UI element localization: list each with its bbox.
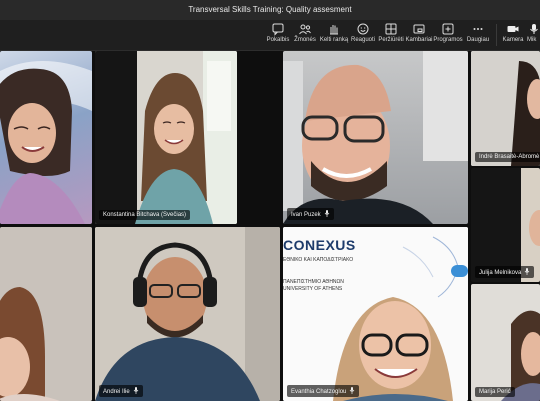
- participant-name: Evanthia Chatzoglou: [287, 385, 360, 397]
- participant-video: [501, 310, 540, 401]
- participant-tile[interactable]: [0, 51, 92, 224]
- participant-tile[interactable]: Julija Melnikova: [471, 168, 540, 282]
- participant-video: [333, 297, 453, 401]
- smiley-icon: [357, 23, 369, 35]
- participant-name: Marija Perić: [475, 387, 515, 397]
- view-grid-icon: [385, 23, 397, 35]
- participant-name-text: Konstantina Bitchava (Svečias): [103, 212, 187, 218]
- participant-name-text: Marija Perić: [479, 389, 511, 395]
- participant-tile[interactable]: Andrei Ilie: [95, 227, 280, 401]
- participant-tile[interactable]: Konstantina Bitchava (Svečias): [95, 51, 237, 224]
- people-icon: [299, 24, 311, 35]
- participant-name: Ivan Puzek: [287, 208, 334, 220]
- participant-name-text: Indrė Brasaitė-Abromė: [479, 154, 540, 160]
- meeting-toolbar: Pokalbis Žmonės Kelti ranką Reaguoti Per…: [0, 20, 540, 51]
- react-button[interactable]: Reaguoti: [350, 22, 376, 48]
- microphone-icon: [530, 24, 538, 34]
- more-button[interactable]: Daugiau: [465, 22, 491, 48]
- microphone-icon: [525, 268, 530, 275]
- microphone-label: Mik: [527, 37, 537, 43]
- window-title: Transversal Skills Training: Quality ass…: [188, 5, 352, 14]
- participant-tile[interactable]: CONEXUS ΕΘΝΙΚΟ ΚΑΙ ΚΑΠΟΔΙΣΤΡΙΑΚΟ ΠΑΝΕΠΙΣ…: [283, 227, 468, 401]
- chat-icon: [272, 23, 284, 36]
- participant-video: [283, 51, 468, 224]
- participant-video: [0, 61, 92, 224]
- apps-plus-icon: [442, 23, 454, 35]
- participant-name: Indrė Brasaitė-Abromė: [475, 152, 540, 162]
- participant-tile[interactable]: Ivan Puzek: [283, 51, 468, 224]
- more-icon: [473, 28, 483, 30]
- microphone-icon: [350, 387, 355, 394]
- toolbar-divider: [496, 24, 497, 46]
- microphone-icon: [324, 210, 329, 217]
- react-label: Reaguoti: [350, 37, 376, 43]
- camera-icon: [507, 26, 519, 32]
- participant-name-text: Julija Melnikova: [479, 270, 522, 276]
- participant-video: [95, 51, 237, 224]
- raise-hand-label: Kelti ranką: [319, 37, 349, 43]
- participant-name: Andrei Ilie: [99, 385, 143, 397]
- people-button[interactable]: Žmonės: [292, 22, 318, 48]
- video-grid: Konstantina Bitchava (Svečias) Ivan Puze…: [0, 51, 540, 401]
- participant-video: [521, 168, 540, 282]
- participant-tile[interactable]: Marija Perić: [471, 284, 540, 401]
- participant-video: [95, 227, 280, 401]
- participant-tile[interactable]: Indrė Brasaitė-Abromė: [471, 51, 540, 166]
- microphone-button[interactable]: Mik: [527, 22, 540, 48]
- window-title-bar: Transversal Skills Training: Quality ass…: [0, 0, 540, 20]
- participant-video: [471, 51, 540, 166]
- raise-hand-button[interactable]: Kelti ranką: [319, 22, 349, 48]
- participant-name: Julija Melnikova: [475, 266, 535, 278]
- participant-name-text: Ivan Puzek: [291, 212, 321, 218]
- participant-tile[interactable]: [0, 227, 92, 401]
- camera-label: Kamera: [502, 37, 524, 43]
- participant-name-text: Andrei Ilie: [103, 389, 130, 395]
- camera-button[interactable]: Kamera: [501, 22, 525, 48]
- rooms-icon: [413, 24, 425, 34]
- rooms-button[interactable]: Kambariai: [405, 22, 433, 48]
- participant-name: Konstantina Bitchava (Svečias): [99, 210, 191, 220]
- microphone-icon: [133, 387, 138, 394]
- raise-hand-icon: [330, 25, 338, 35]
- chat-button[interactable]: Pokalbis: [266, 22, 290, 48]
- participant-video: [0, 227, 92, 401]
- chat-label: Pokalbis: [266, 37, 290, 43]
- view-label: Peržiūrėti: [378, 37, 404, 43]
- rooms-label: Kambariai: [405, 37, 433, 43]
- apps-label: Programos: [433, 37, 463, 43]
- view-button[interactable]: Peržiūrėti: [377, 22, 405, 48]
- people-label: Žmonės: [294, 37, 316, 43]
- apps-button[interactable]: Programos: [433, 22, 463, 48]
- participant-name-text: Evanthia Chatzoglou: [291, 389, 347, 395]
- more-label: Daugiau: [466, 37, 490, 43]
